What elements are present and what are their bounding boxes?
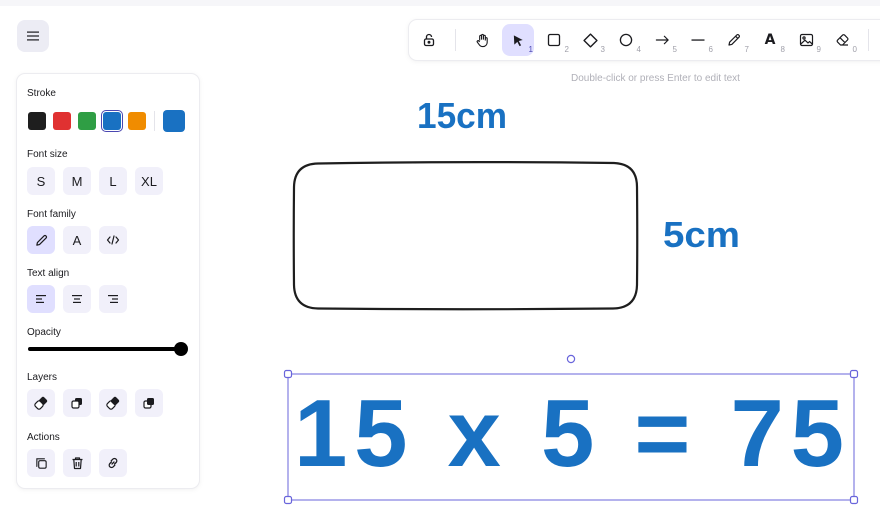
resize-handle-top-right[interactable] [849,369,859,379]
rotation-handle[interactable] [566,354,576,364]
height-label[interactable]: 5cm [663,214,740,255]
equation-text[interactable]: 15 x 5 = 75 [294,380,844,487]
rectangle-shape[interactable] [292,161,639,311]
drawing-canvas[interactable]: 15cm 5cm 15 x 5 = 75 [0,0,880,523]
resize-handle-bottom-right[interactable] [849,495,859,505]
width-label[interactable]: 15cm [417,95,507,136]
resize-handle-bottom-left[interactable] [283,495,293,505]
resize-handle-top-left[interactable] [283,369,293,379]
